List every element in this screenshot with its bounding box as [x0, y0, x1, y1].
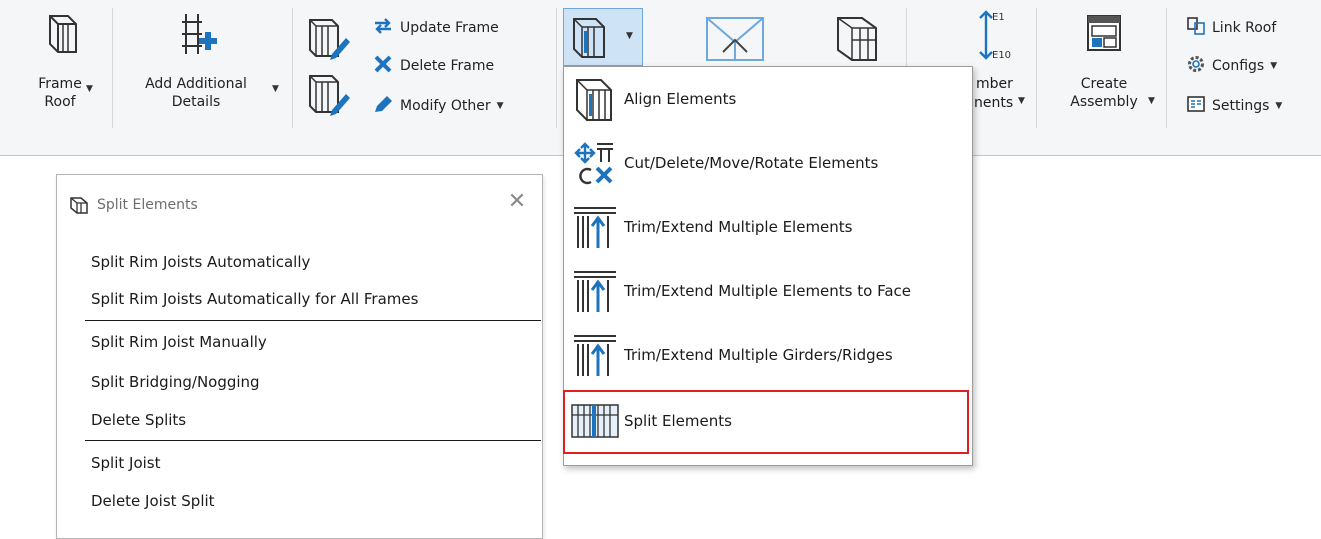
menu-item-delete-joist-split[interactable]: Delete Joist Split	[91, 492, 215, 510]
trim-extend-icon	[566, 199, 624, 255]
trim-extend-girders-icon	[566, 327, 624, 383]
delete-x-icon	[372, 54, 394, 78]
chevron-down-icon[interactable]: ▼	[272, 84, 279, 94]
chevron-down-icon[interactable]: ▼	[86, 84, 93, 94]
elements-dropdown-button[interactable]: ▼	[563, 8, 643, 66]
dropdown-item-label: Trim/Extend Multiple Girders/Ridges	[624, 346, 893, 364]
split-elements-icon	[69, 196, 89, 218]
dropdown-item-trim-extend-face[interactable]: Trim/Extend Multiple Elements to Face	[566, 263, 968, 319]
menu-item-delete-splits[interactable]: Delete Splits	[91, 411, 186, 429]
tag-e1: E1	[992, 12, 1005, 23]
add-details-button[interactable]: Add Additional Details	[126, 12, 266, 111]
configs-button[interactable]: Configs ▼	[1186, 55, 1277, 77]
chevron-down-icon[interactable]: ▼	[1018, 96, 1025, 106]
menu-item-split-rim-joists-auto-all[interactable]: Split Rim Joists Automatically for All F…	[91, 290, 418, 308]
wall-frame-icon[interactable]	[832, 14, 882, 68]
highlight-box	[563, 390, 969, 454]
separator	[85, 440, 541, 441]
link-roof-label: Link Roof	[1212, 20, 1277, 36]
create-assembly-label-2: Assembly	[1070, 94, 1138, 110]
link-roof-button[interactable]: Link Roof	[1186, 17, 1276, 39]
chevron-down-icon: ▼	[626, 31, 633, 41]
frame-roof-icon	[38, 12, 82, 61]
close-icon[interactable]: ✕	[505, 189, 529, 214]
create-assembly-label-1: Create	[1080, 76, 1128, 92]
dropdown-item-label: Trim/Extend Multiple Elements to Face	[624, 282, 911, 300]
split-elements-panel: Split Elements ✕ Split Rim Joists Automa…	[56, 174, 543, 539]
settings-icon	[1186, 94, 1206, 118]
separator	[85, 320, 541, 321]
roof-panel-icon[interactable]	[703, 12, 767, 70]
frame-roof-button[interactable]: Frame Roof	[20, 12, 100, 111]
trim-extend-face-icon	[566, 263, 624, 319]
cut-move-rotate-icon	[566, 135, 624, 191]
add-details-icon	[170, 12, 222, 61]
modify-frame-icon[interactable]	[306, 72, 350, 120]
dropdown-item-cut-move-rotate[interactable]: Cut/Delete/Move/Rotate Elements	[566, 135, 968, 191]
settings-button[interactable]: Settings ▼	[1186, 95, 1282, 117]
modify-other-button[interactable]: Modify Other ▼	[372, 95, 504, 117]
dropdown-item-trim-extend[interactable]: Trim/Extend Multiple Elements	[566, 199, 968, 255]
settings-label: Settings	[1212, 98, 1270, 114]
edit-frame-icon[interactable]	[306, 16, 350, 64]
menu-item-split-rim-joist-manual[interactable]: Split Rim Joist Manually	[91, 333, 267, 351]
align-elements-icon	[570, 15, 610, 63]
pencil-icon	[372, 94, 394, 118]
align-elements-icon	[566, 71, 624, 127]
dropdown-item-label: Trim/Extend Multiple Elements	[624, 218, 853, 236]
menu-item-split-rim-joists-auto[interactable]: Split Rim Joists Automatically	[91, 253, 310, 271]
delete-frame-label: Delete Frame	[400, 58, 495, 74]
member-elements-label-2: nents	[974, 95, 1014, 111]
add-details-label-1: Add Additional	[145, 76, 247, 92]
menu-item-split-joist[interactable]: Split Joist	[91, 454, 161, 472]
menu-item-split-bridging[interactable]: Split Bridging/Nogging	[91, 373, 260, 391]
panel-title: Split Elements	[97, 197, 198, 213]
update-frame-label: Update Frame	[400, 20, 499, 36]
gear-icon	[1186, 54, 1206, 78]
dropdown-item-label: Align Elements	[624, 90, 737, 108]
link-icon	[1186, 16, 1206, 40]
update-arrows-icon	[372, 16, 394, 40]
chevron-down-icon: ▼	[1270, 61, 1278, 71]
chevron-down-icon: ▼	[1275, 101, 1283, 111]
add-details-label-2: Details	[171, 94, 221, 110]
assembly-icon	[1082, 12, 1126, 61]
create-assembly-button[interactable]: Create Assembly	[1060, 12, 1148, 111]
chevron-down-icon: ▼	[496, 101, 504, 111]
modify-other-label: Modify Other	[400, 98, 491, 114]
tag-e10: E10	[992, 50, 1012, 61]
delete-frame-button[interactable]: Delete Frame	[372, 55, 494, 77]
configs-label: Configs	[1212, 58, 1265, 74]
dropdown-item-label: Cut/Delete/Move/Rotate Elements	[624, 154, 879, 172]
dropdown-item-trim-extend-girders[interactable]: Trim/Extend Multiple Girders/Ridges	[566, 327, 968, 383]
chevron-down-icon[interactable]: ▼	[1148, 96, 1155, 106]
member-elements-label-1: mber	[976, 76, 1013, 92]
dropdown-item-align-elements[interactable]: Align Elements	[566, 71, 968, 127]
frame-roof-label-2: Roof	[44, 94, 76, 110]
update-frame-button[interactable]: Update Frame	[372, 17, 499, 39]
